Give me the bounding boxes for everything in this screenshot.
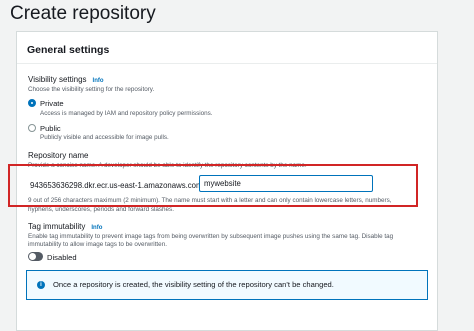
tag-immutability-hint: Enable tag immutability to prevent image…: [28, 233, 394, 240]
info-icon: i: [37, 281, 45, 289]
tag-immutability-label: Tag immutability Info: [28, 222, 102, 231]
alert-text: Once a repository is created, the visibi…: [53, 280, 334, 289]
private-description: Access is managed by IAM and repository …: [40, 110, 213, 117]
visibility-settings-label: Visibility settings Info: [28, 75, 104, 84]
public-description: Publicly visible and accessible for imag…: [40, 134, 169, 141]
tag-immutability-hint-2: immutability to allow image tags to be o…: [28, 241, 167, 248]
page-title: Create repository: [10, 3, 156, 24]
tag-immutability-text: Tag immutability: [28, 222, 86, 231]
toggle-knob: [29, 253, 36, 260]
tag-immutability-toggle[interactable]: [28, 252, 43, 261]
repository-name-constraint-2: hyphens, underscores, periods and forwar…: [28, 206, 174, 213]
panel-title: General settings: [27, 44, 110, 56]
visibility-alert: i Once a repository is created, the visi…: [26, 270, 428, 300]
toggle-label: Disabled: [47, 253, 77, 262]
visibility-hint: Choose the visibility setting for the re…: [28, 86, 155, 93]
tag-immutability-info-link[interactable]: Info: [91, 225, 102, 231]
visibility-info-link[interactable]: Info: [93, 78, 104, 84]
private-label[interactable]: Private: [40, 99, 64, 108]
repository-name-label: Repository name: [28, 151, 89, 160]
panel-header: General settings: [17, 32, 437, 64]
red-highlight-box: [8, 164, 418, 207]
public-label[interactable]: Public: [40, 124, 61, 133]
visibility-settings-text: Visibility settings: [28, 75, 87, 84]
public-radio[interactable]: [28, 124, 36, 132]
private-radio[interactable]: [28, 99, 36, 107]
